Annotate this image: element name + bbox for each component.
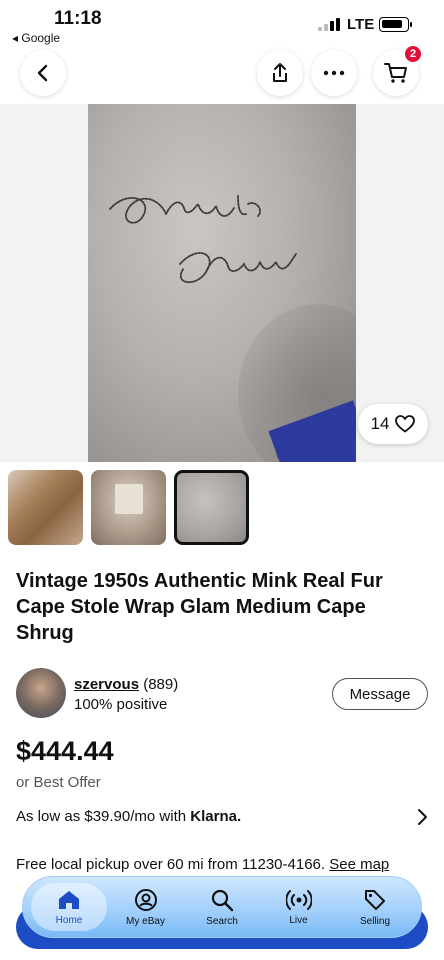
seller-avatar[interactable] bbox=[16, 668, 66, 718]
cart-count-badge: 2 bbox=[403, 44, 423, 64]
more-icon bbox=[323, 70, 345, 76]
chevron-right-icon bbox=[416, 808, 428, 830]
thumbnail-1[interactable] bbox=[8, 470, 83, 545]
pickup-text: Free local pickup over 60 mi from 11230-… bbox=[16, 856, 326, 873]
thumbnail-2[interactable] bbox=[91, 470, 166, 545]
like-count: 14 bbox=[370, 414, 390, 433]
klarna-logo: Klarna. bbox=[190, 808, 242, 825]
share-button[interactable] bbox=[257, 50, 303, 96]
search-icon bbox=[211, 889, 234, 911]
tag-icon bbox=[365, 889, 385, 910]
home-icon bbox=[59, 890, 79, 909]
back-to-app-link[interactable]: ◂ Google bbox=[12, 31, 60, 45]
status-time: 11:18 bbox=[54, 8, 102, 29]
best-offer-text: or Best Offer bbox=[16, 774, 101, 791]
photo-thumbnails bbox=[8, 470, 249, 545]
heart-icon bbox=[395, 415, 416, 433]
seller-positive-rating: 100% positive bbox=[74, 696, 168, 713]
thumbnail-3-selected[interactable] bbox=[174, 470, 249, 545]
seller-name-link[interactable]: szervous bbox=[74, 676, 139, 693]
live-icon bbox=[285, 889, 312, 910]
nav-my-ebay[interactable]: My eBay bbox=[108, 877, 184, 937]
nav-home[interactable]: Home bbox=[31, 883, 107, 931]
financing-row[interactable]: As low as $39.90/mo with Klarna. bbox=[16, 808, 428, 825]
nav-selling[interactable]: Selling bbox=[337, 877, 413, 937]
seller-info: szervous (889) 100% positive Message bbox=[16, 668, 428, 724]
nav-search[interactable]: Search bbox=[184, 877, 260, 937]
network-type: LTE bbox=[347, 16, 375, 33]
main-photo[interactable] bbox=[88, 104, 356, 462]
pickup-info: Free local pickup over 60 mi from 11230-… bbox=[16, 856, 389, 873]
cart-icon bbox=[384, 63, 407, 83]
battery-icon bbox=[379, 17, 412, 32]
status-bar: 11:18 ◂ Google LTE bbox=[0, 0, 444, 48]
chevron-left-icon bbox=[37, 64, 48, 82]
main-photo-area[interactable]: 14 bbox=[0, 104, 444, 462]
cart-button[interactable]: 2 bbox=[373, 44, 423, 96]
more-options-button[interactable] bbox=[311, 50, 357, 96]
listing-title: Vintage 1950s Authentic Mink Real Fur Ca… bbox=[16, 570, 383, 644]
share-icon bbox=[273, 63, 287, 82]
back-button[interactable] bbox=[20, 50, 66, 96]
message-seller-button[interactable]: Message bbox=[332, 678, 428, 710]
financing-text: As low as $39.90/mo with bbox=[16, 808, 187, 825]
bottom-nav: Home My eBay Search Live Selling bbox=[22, 876, 422, 938]
signal-icon bbox=[318, 18, 340, 31]
see-map-link[interactable]: See map bbox=[329, 856, 389, 873]
watch-button[interactable]: 14 bbox=[358, 404, 428, 444]
item-price: $444.44 bbox=[16, 736, 114, 766]
nav-live[interactable]: Live bbox=[261, 877, 337, 937]
user-icon bbox=[134, 888, 157, 911]
seller-feedback-count: (889) bbox=[143, 676, 179, 693]
